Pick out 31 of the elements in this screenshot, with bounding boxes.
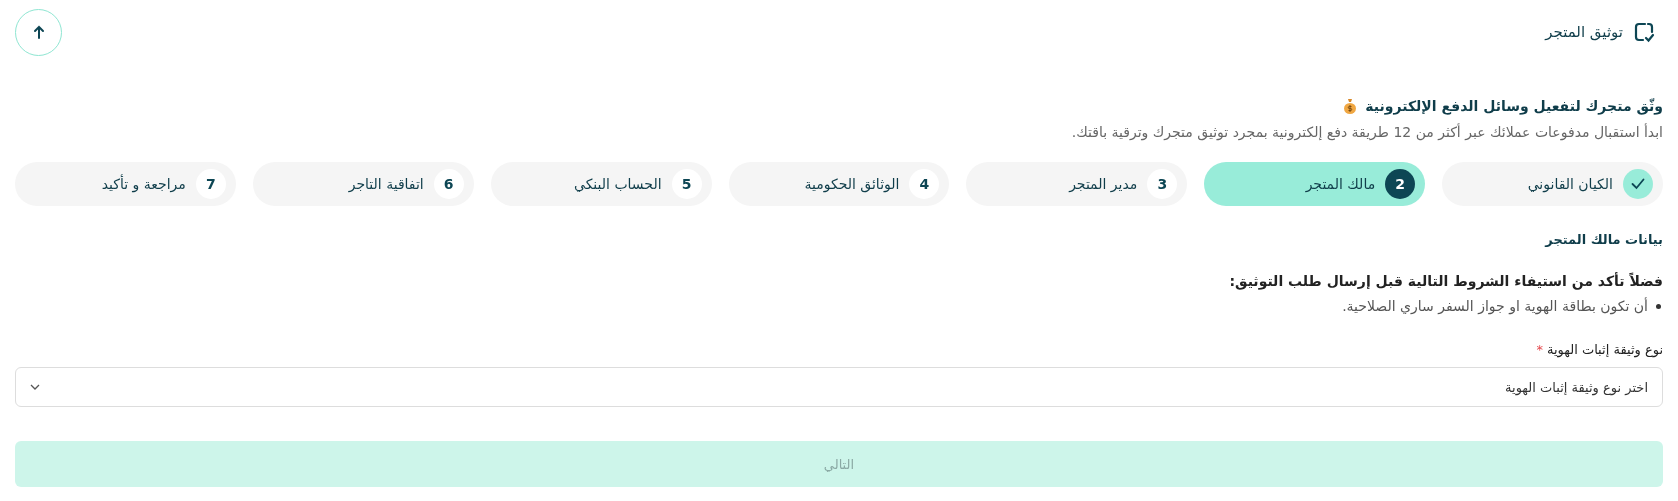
step-number: 7 [195,169,226,199]
step-label: مدير المتجر [1069,176,1138,192]
step-label: مالك المتجر [1305,176,1376,192]
money-bag-icon [1343,98,1358,114]
scroll-up-button[interactable] [15,8,62,56]
intro-heading: وثّق متجرك لتفعيل وسائل الدفع الإلكترونية [1365,98,1663,114]
step-tab[interactable]: الكيان القانوني [1442,162,1663,206]
arrow-up-icon [32,25,45,39]
page-title: توثيق المتجر [1545,23,1623,41]
id-type-select[interactable]: اختر نوع وثيقة إثبات الهوية [15,367,1663,407]
step-number: 5 [671,169,702,199]
select-placeholder: اختر نوع وثيقة إثبات الهوية [1505,379,1648,395]
step-label: مراجعة و تأكيد [101,176,186,192]
step-number: 3 [1147,169,1178,199]
requirement-text: أن تكون بطاقة الهوية او جواز السفر ساري الصلاحية. [1342,297,1648,316]
step-number: 2 [1385,169,1416,199]
check-icon [1631,178,1645,190]
field-label: نوع وثيقة إثبات الهوية [1546,342,1663,357]
section-title: بيانات مالك المتجر [1543,232,1663,247]
step-number: 4 [909,169,940,199]
requirements-title: فضلاً تأكد من استيفاء الشروط التالية قبل إرسال طلب التوثيق: [1228,273,1663,289]
chevron-down-icon [30,384,40,390]
bullet-icon [1656,304,1661,309]
intro-description: ابدأ استقبال مدفوعات عملائك عبر أكثر من 12 طريقة دفع إلكترونية بمجرد توثيق متجرك وترقية باقتك. [1070,124,1663,140]
step-label: الكيان القانوني [1527,176,1613,192]
step-label: الحساب البنكي [573,176,662,192]
step-label: اتفاقية التاجر [348,176,424,192]
step-number: 6 [433,169,464,199]
step-label: الوثائق الحكومية [804,176,900,192]
store-verify-icon [1633,21,1655,43]
required-mark: * [1536,342,1543,357]
